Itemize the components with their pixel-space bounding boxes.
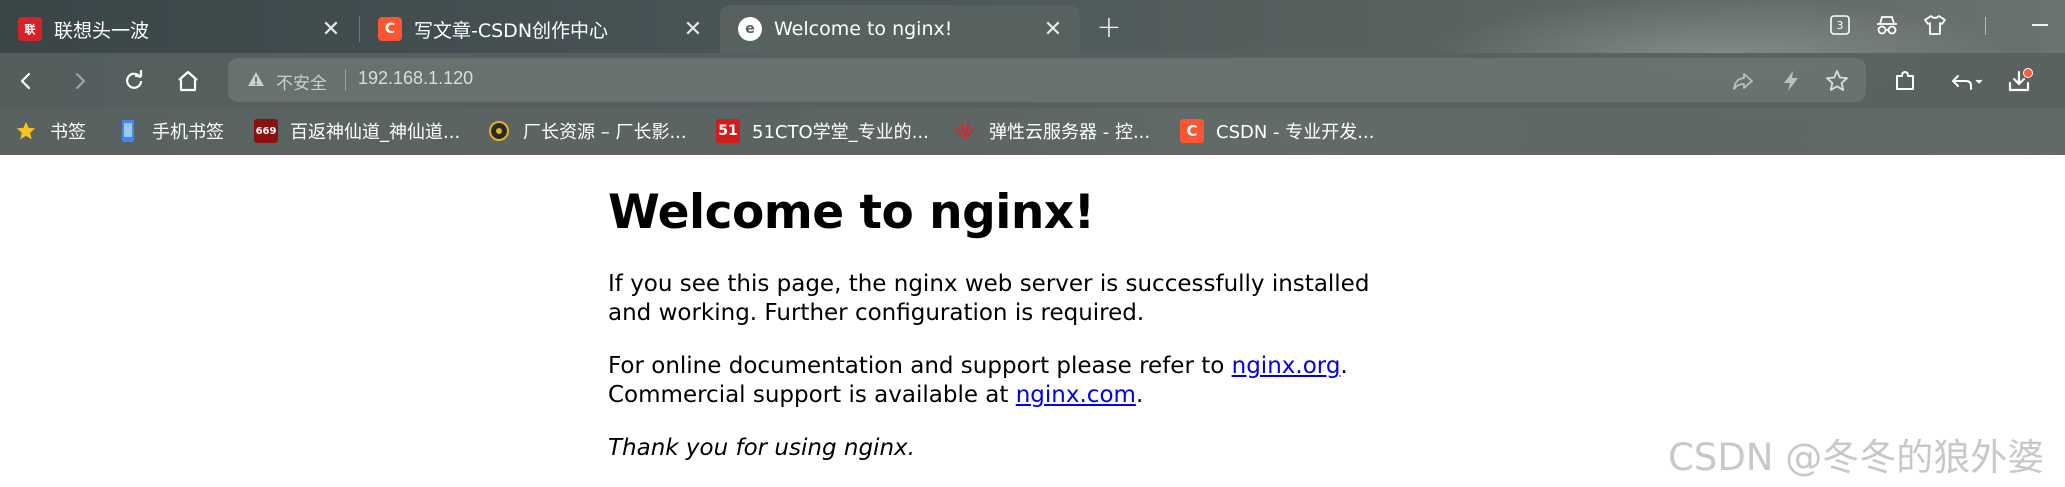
tab-count-button[interactable]: 3 xyxy=(1825,10,1855,40)
page-content: Welcome to nginx! If you see this page, … xyxy=(608,185,1408,487)
tab-nginx-active[interactable]: e Welcome to nginx! ✕ xyxy=(720,5,1080,53)
bookmark-item-huawei-cloud[interactable]: 弹性云服务器 - 控... xyxy=(953,116,1150,146)
page-heading: Welcome to nginx! xyxy=(608,185,1095,240)
extensions-button[interactable] xyxy=(1887,63,1923,99)
bookmark-label: 书签 xyxy=(50,122,86,143)
forward-button[interactable] xyxy=(62,63,98,99)
back-button[interactable] xyxy=(8,63,44,99)
bookmark-label: 弹性云服务器 - 控... xyxy=(989,122,1151,143)
movie-icon xyxy=(487,119,511,143)
undo-close-tab-button[interactable] xyxy=(1944,63,1990,99)
bookmark-item-csdn[interactable]: C CSDN - 专业开发... xyxy=(1180,116,1374,146)
omnibox-divider xyxy=(345,69,346,91)
bookmark-item-mobile[interactable]: 手机书签 xyxy=(116,116,224,146)
docs-text: For online documentation and support ple… xyxy=(608,353,1232,379)
csdn-watermark: CSDN @冬冬的狼外婆 xyxy=(1668,436,2045,479)
csdn-favicon-icon: C xyxy=(378,17,402,41)
home-button[interactable] xyxy=(170,63,206,99)
lightning-icon[interactable] xyxy=(1776,66,1806,96)
csdn-icon: C xyxy=(1180,119,1204,143)
tab-title: Welcome to nginx! xyxy=(774,18,953,40)
tab-count-label: 3 xyxy=(1836,18,1844,32)
nginx-com-link[interactable]: nginx.com xyxy=(1016,382,1136,408)
commercial-text: Commercial support is available at xyxy=(608,382,1016,408)
bookmark-label: 手机书签 xyxy=(152,122,224,143)
bookmark-star-icon[interactable] xyxy=(1822,66,1852,96)
reload-button[interactable] xyxy=(116,63,152,99)
share-icon[interactable] xyxy=(1728,66,1758,96)
close-icon[interactable]: ✕ xyxy=(680,16,706,42)
star-icon xyxy=(14,119,38,143)
home-icon xyxy=(178,70,198,92)
669yc-icon: 669 xyxy=(254,119,278,143)
bookmark-label: CSDN - 专业开发... xyxy=(1216,122,1375,143)
bookmark-label: 51CTO学堂_专业的... xyxy=(752,122,929,143)
docs-period: . xyxy=(1340,353,1348,379)
warning-triangle-icon xyxy=(246,69,266,93)
lenovo-favicon-icon: 联 xyxy=(18,17,42,41)
bookmark-item-bookmarks[interactable]: 书签 xyxy=(14,116,86,146)
bookmarks-bar: 书签 手机书签 669 百返神仙道_神仙道... 厂长资源 – 厂长影... 5… xyxy=(0,108,2065,155)
tab-csdn-editor[interactable]: C 写文章-CSDN创作中心 ✕ xyxy=(360,5,720,53)
skin-shirt-icon[interactable] xyxy=(1920,10,1950,40)
puzzle-icon xyxy=(1896,71,1914,90)
reload-icon xyxy=(126,70,143,89)
download-button[interactable] xyxy=(2002,63,2038,99)
window-divider xyxy=(1985,17,1986,35)
undo-dropdown-icon xyxy=(1952,75,1983,90)
tab-strip: 联 联想头一波 ✕ C 写文章-CSDN创作中心 ✕ e Welcome to … xyxy=(0,0,2065,53)
bookmark-label: 百返神仙道_神仙道... xyxy=(290,122,461,143)
huawei-icon xyxy=(953,119,977,143)
arrow-right-icon xyxy=(75,72,86,90)
download-icon xyxy=(2008,68,2033,92)
new-tab-button[interactable]: + xyxy=(1092,10,1126,45)
nginx-org-link[interactable]: nginx.org xyxy=(1232,353,1341,379)
tab-title: 联想头一波 xyxy=(54,19,150,42)
phone-icon xyxy=(116,119,140,143)
address-bar[interactable]: 不安全 192.168.1.120 xyxy=(228,58,1866,102)
security-status[interactable]: 不安全 xyxy=(276,69,327,94)
thanks-paragraph: Thank you for using nginx. xyxy=(608,435,915,461)
tab-lenovo[interactable]: 联 联想头一波 ✕ xyxy=(0,5,358,53)
url-text[interactable]: 192.168.1.120 xyxy=(358,68,473,89)
minimize-icon[interactable] xyxy=(2025,10,2055,40)
browser-chrome: 联 联想头一波 ✕ C 写文章-CSDN创作中心 ✕ e Welcome to … xyxy=(0,0,2065,155)
arrow-left-icon xyxy=(20,72,31,90)
bookmark-item-669yc[interactable]: 669 百返神仙道_神仙道... xyxy=(254,116,460,146)
bookmark-label: 厂长资源 – 厂长影... xyxy=(523,122,687,143)
commercial-period: . xyxy=(1135,382,1144,408)
intro-paragraph: If you see this page, the nginx web serv… xyxy=(608,271,1370,326)
incognito-icon[interactable] xyxy=(1872,10,1902,40)
browser-e-favicon-icon: e xyxy=(738,17,762,41)
51cto-icon: 51 xyxy=(716,119,740,143)
close-icon[interactable]: ✕ xyxy=(1040,16,1066,42)
tab-title: 写文章-CSDN创作中心 xyxy=(414,19,609,42)
bookmark-item-changzhang[interactable]: 厂长资源 – 厂长影... xyxy=(487,116,687,146)
bookmark-item-51cto[interactable]: 51 51CTO学堂_专业的... xyxy=(716,116,929,146)
docs-paragraph: For online documentation and support ple… xyxy=(608,352,1408,410)
close-icon[interactable]: ✕ xyxy=(318,16,344,42)
toolbar: 不安全 192.168.1.120 xyxy=(0,53,2065,108)
